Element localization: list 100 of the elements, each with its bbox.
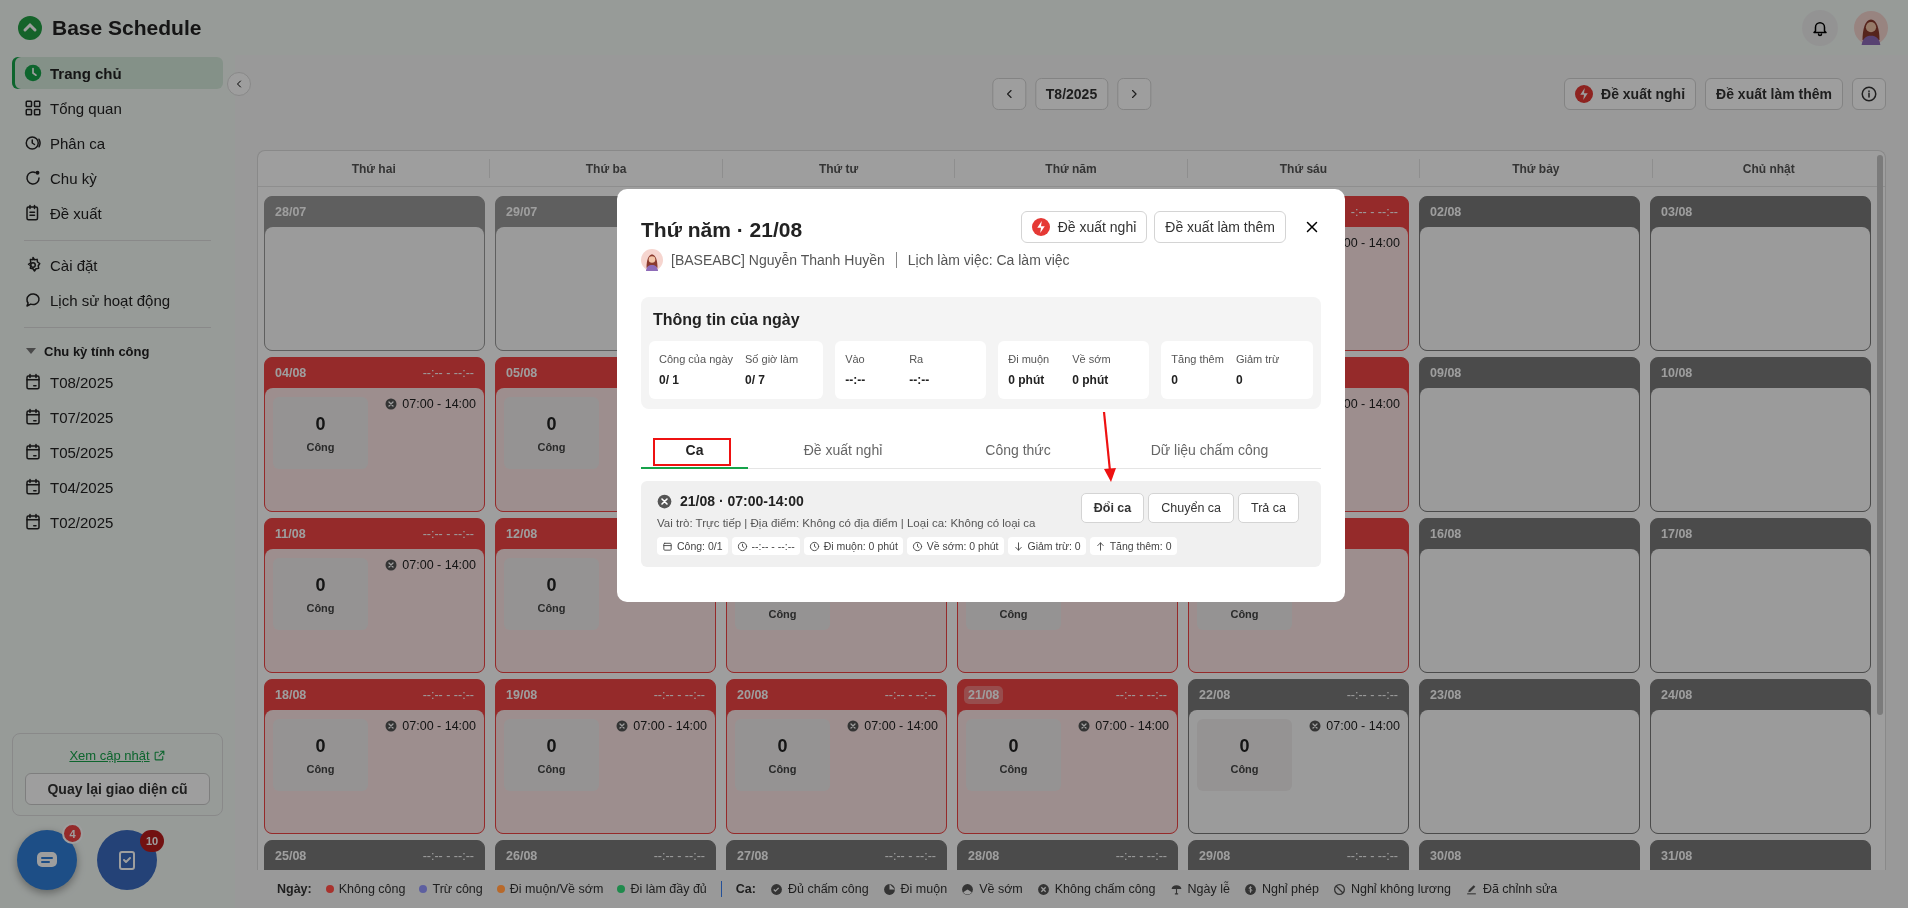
day-date: 02/08 bbox=[1430, 205, 1462, 219]
work-count-label: Công bbox=[999, 762, 1028, 775]
info-label: Về sớm bbox=[1072, 353, 1112, 365]
day-time: --:-- - --:-- bbox=[422, 527, 474, 541]
app-title: Base Schedule bbox=[52, 15, 202, 40]
day-date: 04/08 bbox=[275, 366, 307, 380]
day-time: --:-- - --:-- bbox=[422, 688, 474, 702]
work-count-label: Công bbox=[999, 608, 1028, 620]
day-date: 31/08 bbox=[1661, 849, 1693, 863]
info-label: Tăng thêm bbox=[1171, 353, 1224, 365]
shift-stat: --:-- - --:-- bbox=[731, 537, 800, 555]
legend-item: Đã chỉnh sửa bbox=[1482, 882, 1558, 896]
shift-stat: Công: 0/1 bbox=[657, 537, 728, 555]
info-label: Giảm trừ bbox=[1235, 353, 1281, 365]
info-value: 0 bbox=[1171, 373, 1179, 387]
legend-item: Ngày lễ bbox=[1187, 882, 1230, 896]
work-count: 0 bbox=[315, 735, 326, 757]
shift-stat: Giảm trừ: 0 bbox=[1007, 537, 1086, 555]
day-time: --:-- - --:-- bbox=[884, 849, 936, 863]
shift-stat: Đi muộn: 0 phút bbox=[803, 537, 903, 555]
day-date: 10/08 bbox=[1661, 366, 1693, 380]
work-count-label: Công bbox=[306, 601, 335, 614]
weekday-header: Thứ năm bbox=[955, 159, 1188, 178]
day-time: --:-- - --:-- bbox=[1346, 849, 1398, 863]
weekday-header: Thứ hai bbox=[258, 159, 491, 178]
day-time: --:-- - --:-- bbox=[653, 688, 705, 702]
info-label: Ra bbox=[909, 353, 925, 365]
work-count: 0 bbox=[777, 735, 788, 757]
day-date: 11/08 bbox=[275, 527, 306, 541]
work-count-label: Công bbox=[1230, 608, 1259, 620]
shift-time: 07:00 - 14:00 bbox=[1095, 719, 1169, 733]
weekday-header: Thứ bảy bbox=[1420, 159, 1653, 178]
day-date: 25/08 bbox=[275, 849, 307, 863]
work-count-label: Công bbox=[768, 608, 797, 620]
day-date: 05/08 bbox=[506, 366, 538, 380]
day-date: 19/08 bbox=[506, 688, 538, 702]
info-value: 0 phút bbox=[1008, 373, 1046, 387]
legend-item: Nghỉ không lương bbox=[1350, 882, 1451, 896]
day-date: 18/08 bbox=[275, 688, 307, 702]
info-value: 0/ 7 bbox=[745, 373, 766, 387]
info-label: Đi muộn bbox=[1008, 353, 1051, 365]
shift-stat: Tăng thêm: 0 bbox=[1089, 537, 1177, 555]
day-time: -:-- - --:-- bbox=[1350, 205, 1398, 219]
day-date: 30/08 bbox=[1430, 849, 1462, 863]
legend-item: Đi làm đầy đủ bbox=[630, 882, 707, 896]
work-count-label: Công bbox=[306, 440, 335, 453]
weekday-header: Chủ nhật bbox=[1741, 160, 1796, 178]
work-count-label: Công bbox=[537, 762, 566, 775]
legend-item: Về sớm bbox=[979, 882, 1023, 896]
legend-item: Đủ chấm công bbox=[788, 882, 869, 896]
day-date: 24/08 bbox=[1661, 688, 1693, 702]
info-value: 0 bbox=[1235, 373, 1244, 387]
day-time: --:-- - --:-- bbox=[1346, 688, 1398, 702]
legend-label: Ca: bbox=[735, 882, 756, 896]
info-value: --:-- bbox=[909, 373, 931, 387]
section-title: Chu kỳ tính công bbox=[44, 343, 150, 359]
shift-time: 07:00 - 14:00 bbox=[864, 719, 938, 733]
day-date: 16/08 bbox=[1430, 527, 1462, 541]
day-time: --:-- - --:-- bbox=[653, 849, 705, 863]
day-date: 27/08 bbox=[737, 849, 769, 863]
day-time: --:-- - --:-- bbox=[1115, 849, 1167, 863]
day-time: --:-- - --:-- bbox=[1115, 688, 1167, 702]
work-count-label: Công bbox=[768, 762, 797, 775]
legend-item: Nghỉ phép bbox=[1261, 882, 1319, 896]
work-count-label: Công bbox=[537, 440, 566, 453]
day-date: 26/08 bbox=[506, 849, 538, 863]
shift-time: 07:00 - 14:00 bbox=[1326, 719, 1400, 733]
day-date: 12/08 bbox=[506, 527, 538, 541]
work-count-label: Công bbox=[306, 762, 335, 775]
info-value: --:-- bbox=[845, 373, 867, 387]
work-count: 0 bbox=[1008, 735, 1019, 757]
day-date: 22/08 bbox=[1199, 688, 1231, 702]
shift-stat: Về sớm: 0 phút bbox=[906, 537, 1004, 555]
work-count: 0 bbox=[546, 413, 557, 435]
day-time: --:-- - --:-- bbox=[422, 849, 474, 863]
weekday-header: Thứ ba bbox=[490, 159, 723, 178]
legend-item: Trừ công bbox=[432, 882, 483, 896]
day-time: --:-- - --:-- bbox=[422, 366, 474, 380]
info-value: 0/ 1 bbox=[659, 373, 680, 387]
shift-time: 07:00 - 14:00 bbox=[633, 719, 707, 733]
shift-time: 07:00 - 14:00 bbox=[402, 397, 476, 411]
legend-label: Ngày: bbox=[277, 882, 312, 896]
legend-item: Đi muộn bbox=[900, 882, 948, 896]
weekday-header: Thứ sáu bbox=[1187, 159, 1421, 178]
legend-item: Không công bbox=[338, 882, 406, 896]
info-value: 0 phút bbox=[1072, 373, 1110, 387]
work-count-label: Công bbox=[1230, 762, 1259, 775]
info-label: Số giờ làm bbox=[745, 353, 799, 365]
shift-time: 07:00 - 14:00 bbox=[402, 719, 476, 733]
day-date: 03/08 bbox=[1661, 205, 1693, 219]
day-date: 29/08 bbox=[1199, 849, 1231, 863]
work-count-label: Công bbox=[537, 601, 566, 614]
day-date: 29/07 bbox=[506, 205, 538, 219]
schedule-label: Lịch làm việc: Ca làm việc bbox=[907, 252, 1070, 268]
day-date: 23/08 bbox=[1430, 688, 1462, 702]
info-label: Vào bbox=[845, 353, 866, 365]
day-date: 20/08 bbox=[737, 688, 769, 702]
work-count: 0 bbox=[546, 574, 557, 596]
day-date: 28/07 bbox=[275, 205, 307, 219]
work-count: 0 bbox=[546, 735, 557, 757]
